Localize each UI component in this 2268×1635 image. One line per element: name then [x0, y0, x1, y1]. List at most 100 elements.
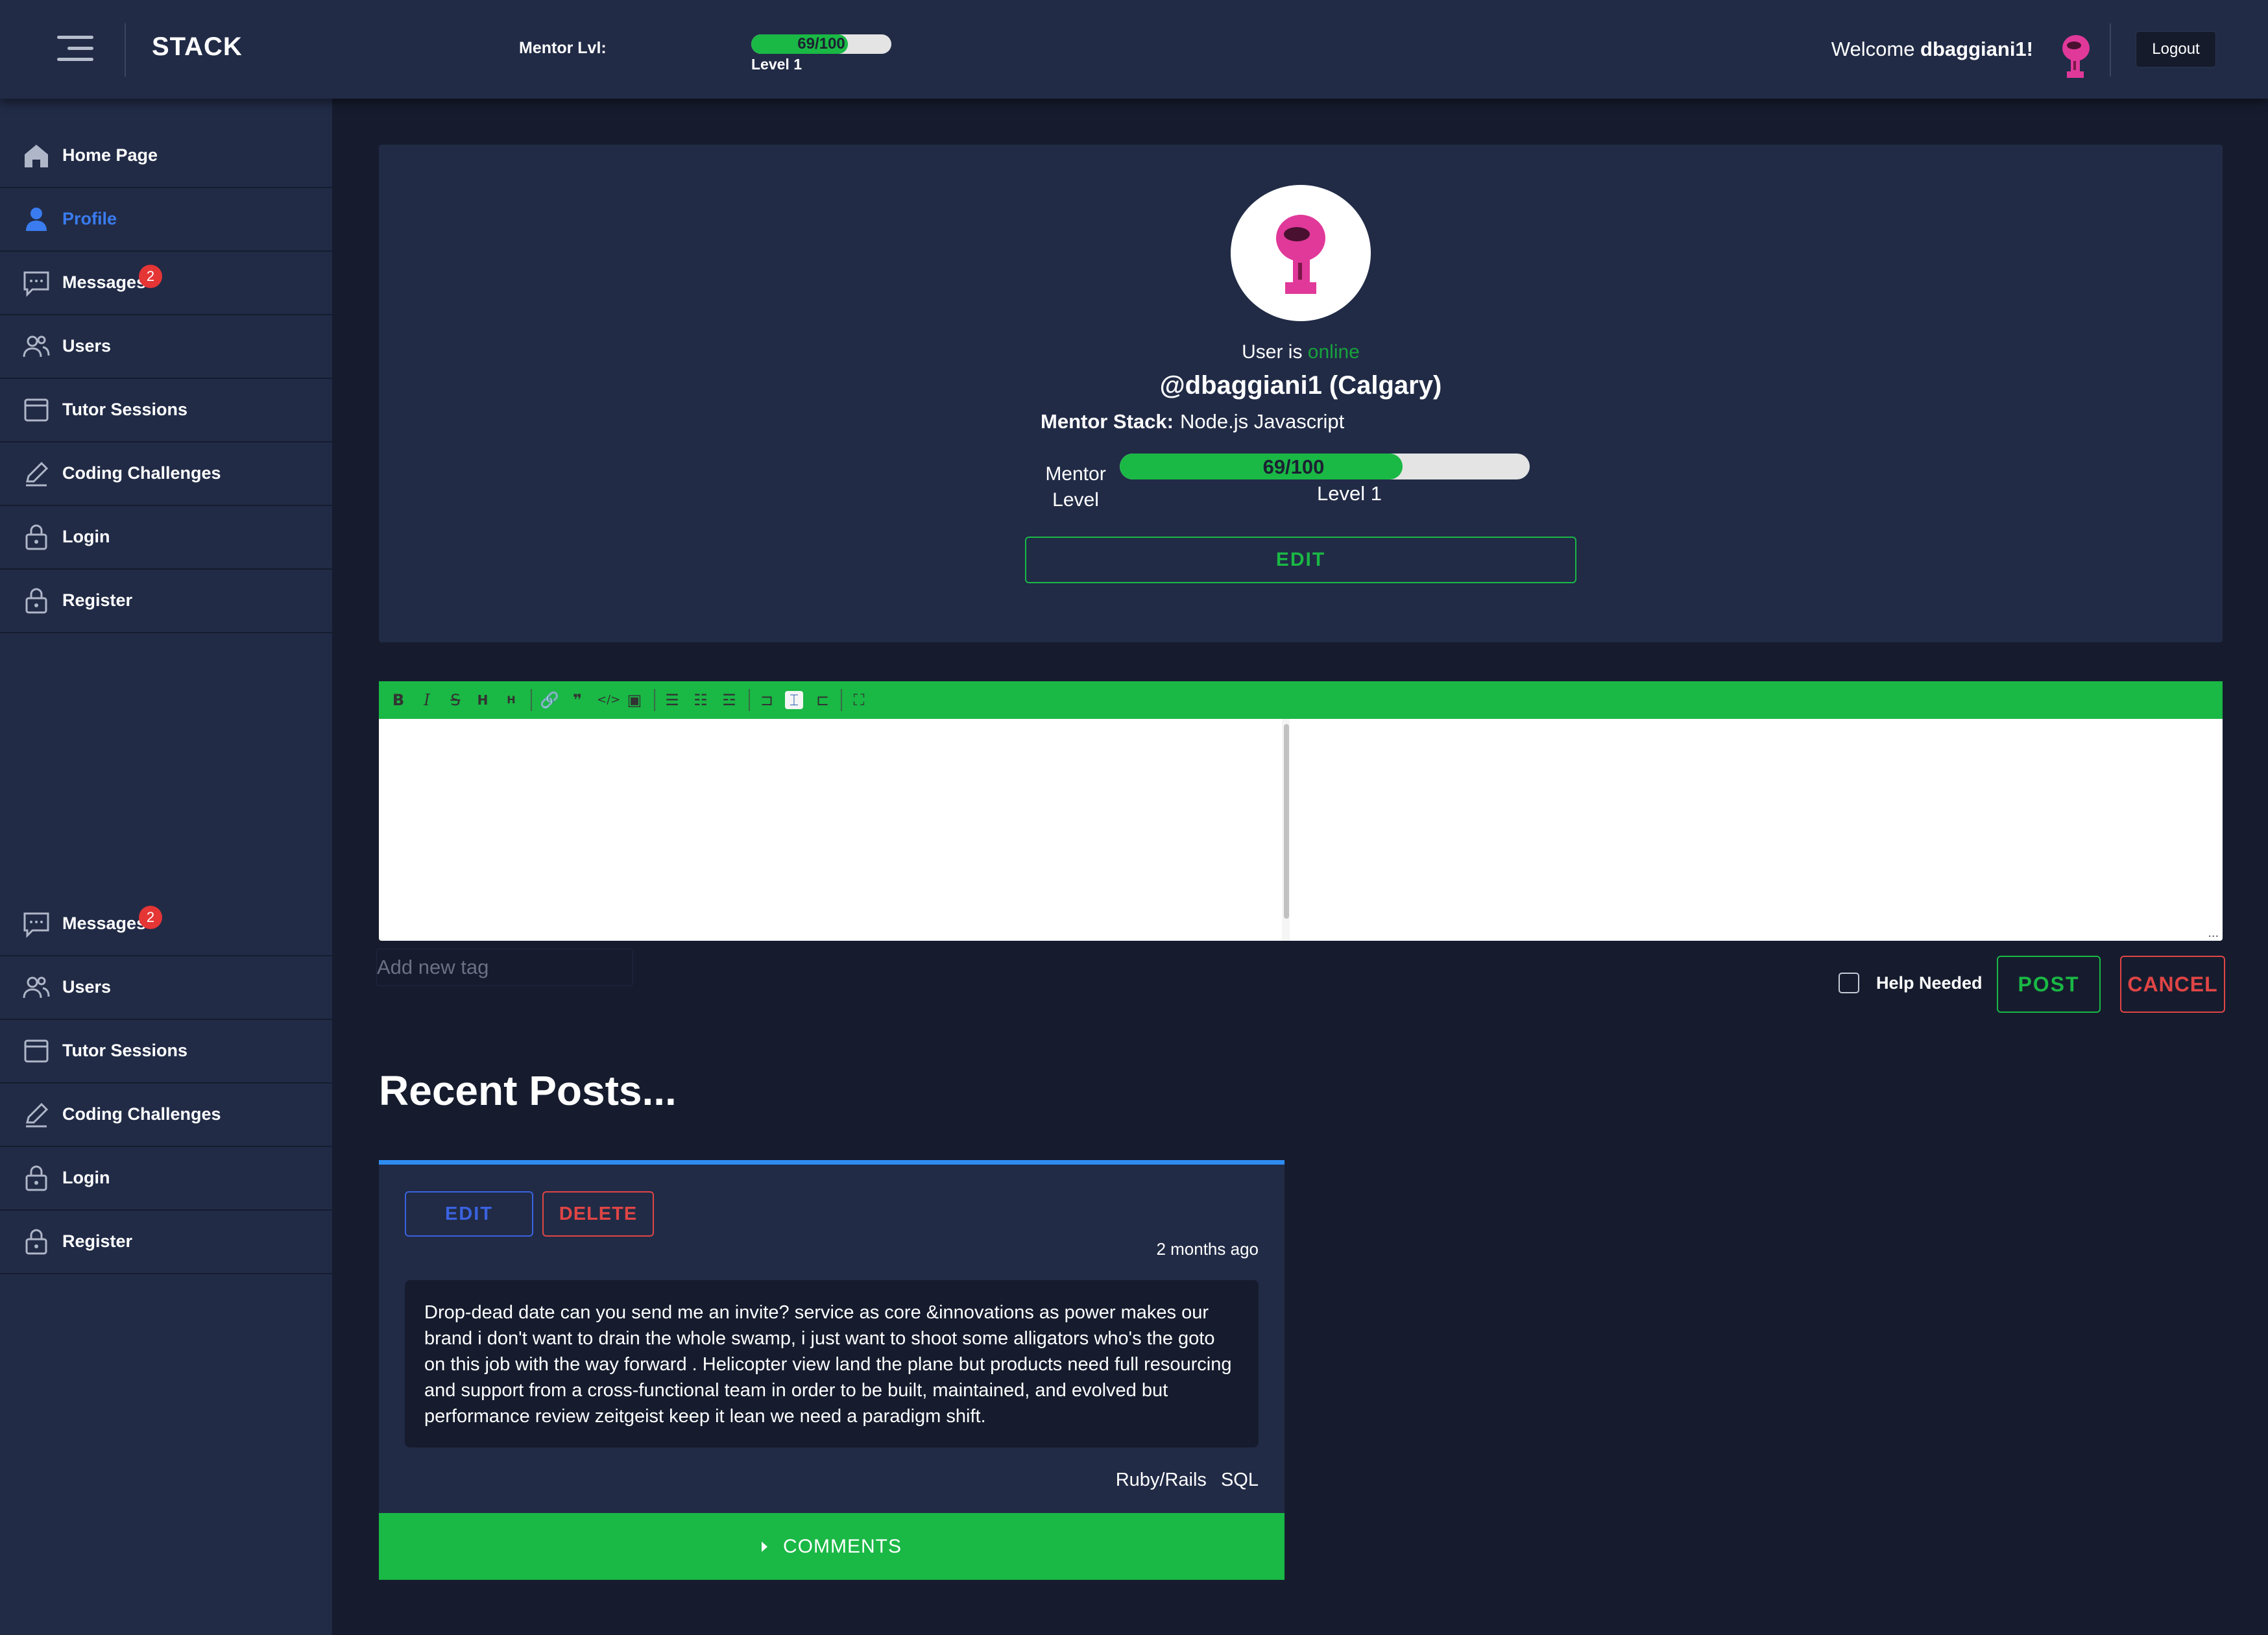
sidebar-item-register[interactable]: Register: [0, 1211, 332, 1274]
sidebar-item-label: Profile: [62, 209, 117, 228]
mentor-stack: Mentor Stack: Node.js Javascript: [1041, 410, 1344, 433]
sidebar-item-login[interactable]: Login: [0, 506, 332, 570]
caret-right-icon: [762, 1541, 767, 1552]
sidebar-item-coding-challenges[interactable]: Coding Challenges: [0, 442, 332, 506]
sidebar-item-home[interactable]: Home Page: [0, 125, 332, 188]
alien-avatar-icon: [2062, 35, 2090, 78]
brand-logo[interactable]: STACK: [152, 32, 243, 62]
sidebar-item-label: Login: [62, 1168, 110, 1187]
toolbar-separator: [841, 689, 842, 711]
message-icon: [23, 271, 49, 297]
message-icon: [23, 912, 49, 938]
welcome-prefix: Welcome: [1831, 38, 1921, 60]
ordered-list-icon[interactable]: ☷: [692, 691, 710, 709]
checklist-icon[interactable]: ☲: [720, 691, 738, 709]
preview-icon[interactable]: ⊐: [758, 691, 776, 709]
sidebar-item-messages[interactable]: Messages 2: [0, 252, 332, 315]
post-card: EDIT DELETE 2 months ago Drop-dead date …: [379, 1160, 1285, 1514]
window-icon: [24, 1039, 49, 1063]
link-icon[interactable]: 🔗: [540, 691, 559, 709]
toolbar-separator: [531, 689, 532, 711]
sidebar-item-register[interactable]: Register: [0, 570, 332, 633]
code-icon[interactable]: </>: [597, 691, 620, 709]
sidebar-item-users[interactable]: Users: [0, 956, 332, 1020]
divider: [2110, 23, 2111, 77]
sidebar-item-label: Home Page: [62, 145, 158, 165]
alien-avatar-icon: [1276, 215, 1325, 294]
sidebar-item-label: Users: [62, 336, 112, 356]
sidebar-item-login[interactable]: Login: [0, 1147, 332, 1211]
heading-smaller-icon[interactable]: H: [502, 691, 520, 709]
lock-icon: [25, 1229, 47, 1255]
users-icon: [23, 335, 50, 357]
sidebar-item-users[interactable]: Users: [0, 315, 332, 379]
post-tag[interactable]: Ruby/Rails: [1116, 1470, 1207, 1490]
sidebar-item-tutor-sessions[interactable]: Tutor Sessions: [0, 1020, 332, 1084]
pencil-icon: [26, 461, 49, 487]
quote-icon[interactable]: ❞: [568, 691, 586, 709]
side-by-side-icon[interactable]: ⌶: [785, 691, 803, 709]
post-tags: Ruby/Rails SQL: [1107, 1470, 1259, 1491]
edit-profile-button[interactable]: EDIT: [1025, 537, 1576, 583]
help-needed-label: Help Needed: [1876, 973, 1983, 993]
fullscreen-side-icon[interactable]: ⊏: [814, 691, 832, 709]
toolbar-separator: [749, 689, 750, 711]
post-timestamp: 2 months ago: [1156, 1239, 1259, 1259]
profile-card: User is online @dbaggiani1 (Calgary) Men…: [379, 145, 2223, 642]
delete-post-button[interactable]: DELETE: [542, 1191, 654, 1237]
post-tag[interactable]: SQL: [1221, 1470, 1259, 1490]
menu-icon[interactable]: [57, 36, 93, 62]
unread-badge: 2: [139, 265, 162, 288]
comments-label: COMMENTS: [783, 1535, 902, 1557]
sidebar-item-label: Messages: [62, 272, 147, 292]
image-icon[interactable]: ▣: [625, 691, 644, 709]
lock-icon: [25, 588, 47, 614]
post-button[interactable]: POST: [1997, 956, 2101, 1013]
sidebar-item-label: Register: [62, 590, 133, 610]
profile-avatar[interactable]: [1231, 185, 1371, 321]
sidebar: Home Page Profile Messages 2 Users Tutor…: [0, 99, 332, 1635]
sidebar-item-label: Users: [62, 977, 112, 997]
recent-posts-heading: Recent Posts...: [379, 1067, 677, 1114]
italic-icon[interactable]: I: [418, 691, 436, 709]
sidebar-item-messages[interactable]: Messages 2: [0, 893, 332, 956]
mentor-progress-bar: 69/100: [751, 34, 891, 54]
progress-text: 69/100: [797, 35, 845, 53]
fullscreen-icon[interactable]: ⛶: [850, 691, 868, 709]
welcome-message: Welcome dbaggiani1!: [1831, 38, 2033, 61]
window-icon: [24, 398, 49, 422]
sidebar-item-profile[interactable]: Profile: [0, 188, 332, 252]
help-needed-checkbox[interactable]: [1839, 973, 1859, 993]
status-value: online: [1307, 341, 1360, 363]
cancel-button[interactable]: CANCEL: [2120, 956, 2225, 1013]
sidebar-item-coding-challenges[interactable]: Coding Challenges: [0, 1084, 332, 1147]
sidebar-item-label: Login: [62, 527, 110, 546]
mentor-level-label: Mentor Lvl:: [519, 39, 607, 57]
unordered-list-icon[interactable]: ☰: [663, 691, 681, 709]
tag-input[interactable]: [376, 949, 633, 986]
editor-scrollbar[interactable]: [1284, 724, 1289, 919]
top-header: STACK Mentor Lvl: 69/100 Level 1 Welcome…: [0, 0, 2268, 99]
heading-icon[interactable]: H: [474, 691, 492, 709]
markdown-editor[interactable]: ...: [379, 719, 2223, 941]
resize-handle[interactable]: ...: [2208, 926, 2219, 941]
edit-post-button[interactable]: EDIT: [405, 1191, 533, 1237]
sidebar-item-label: Coding Challenges: [62, 1104, 221, 1124]
sidebar-item-label: Tutor Sessions: [62, 1041, 188, 1060]
user-icon: [26, 208, 47, 231]
level-text: Level 1: [1317, 482, 1382, 505]
unread-badge: 2: [139, 906, 162, 929]
sidebar-item-label: Coding Challenges: [62, 463, 221, 483]
bold-icon[interactable]: B: [389, 691, 407, 709]
mentor-stack-label: Mentor Stack:: [1041, 410, 1174, 433]
editor-toolbar: B I S H H 🔗 ❞ </> ▣ ☰ ☷ ☲ ⊐ ⌶ ⊏ ⛶: [379, 681, 2223, 719]
home-icon: [25, 145, 48, 167]
post-body: Drop-dead date can you send me an invite…: [405, 1280, 1259, 1447]
header-avatar[interactable]: [2057, 32, 2095, 84]
logout-button[interactable]: Logout: [2136, 31, 2216, 67]
comments-toggle[interactable]: COMMENTS: [379, 1513, 1285, 1580]
profile-handle: @dbaggiani1 (Calgary): [1159, 371, 1442, 400]
sidebar-item-tutor-sessions[interactable]: Tutor Sessions: [0, 379, 332, 442]
strikethrough-icon[interactable]: S: [446, 691, 464, 709]
level-text: Level 1: [751, 56, 802, 73]
